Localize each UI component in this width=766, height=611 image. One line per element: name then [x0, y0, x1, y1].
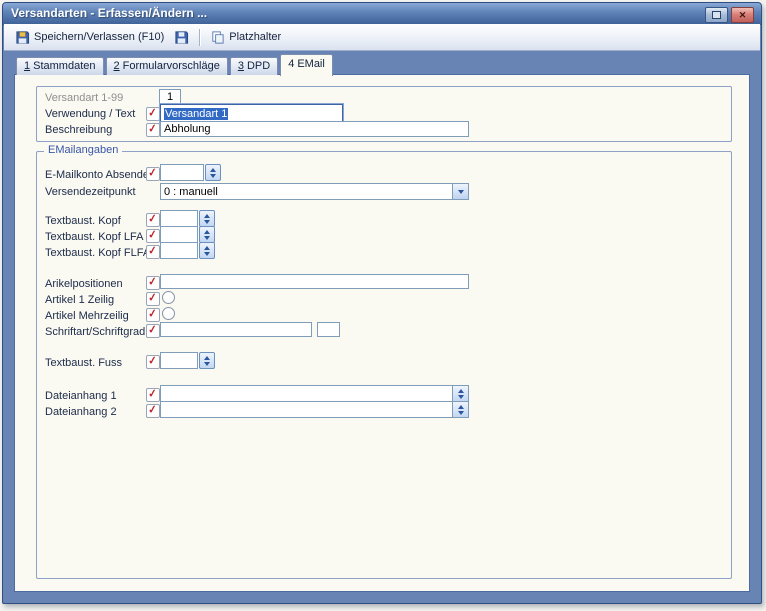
dateianhang2-label: Dateianhang 2 [45, 406, 117, 418]
spinner-updown-icon[interactable] [199, 226, 215, 243]
dialog-window: Versandarten - Erfassen/Ändern ... ✕ Spe… [2, 2, 762, 604]
textbaust-kopf-flfa-label: Textbaust. Kopf FLFA [45, 247, 150, 259]
spinner-updown-icon[interactable] [199, 242, 215, 259]
emailkonto-spinner [160, 164, 221, 181]
textbaust-kopf-flfa-field[interactable] [160, 242, 198, 259]
textbaust-kopf-flfa-spinner [160, 242, 215, 259]
edit-check-icon[interactable] [146, 324, 160, 338]
schriftart-field[interactable] [160, 322, 312, 337]
edit-check-icon[interactable] [146, 388, 160, 402]
save-icon [15, 30, 30, 45]
spinner-updown-icon[interactable] [452, 402, 468, 417]
emailkonto-field[interactable] [160, 164, 204, 181]
textbaust-fuss-field[interactable] [160, 352, 198, 369]
save-exit-label: Speichern/Verlassen (F10) [34, 31, 164, 43]
tab-label: DPD [247, 60, 270, 72]
edit-check-icon[interactable] [146, 167, 160, 181]
dateianhang1-label: Dateianhang 1 [45, 390, 117, 402]
tab-label: EMail [297, 58, 325, 70]
edit-check-icon[interactable] [146, 107, 160, 121]
schriftart-label: Schriftart/Schriftgrad [45, 326, 145, 338]
textbaust-fuss-label: Textbaust. Fuss [45, 357, 122, 369]
toolbar: Speichern/Verlassen (F10) Platzhalter [4, 24, 760, 51]
edit-check-icon[interactable] [146, 229, 160, 243]
spinner-updown-icon[interactable] [199, 210, 215, 227]
textbaust-kopf-lfa-spinner [160, 226, 215, 243]
schriftgrad-field[interactable] [317, 322, 340, 337]
close-button[interactable]: ✕ [731, 7, 754, 23]
edit-check-icon[interactable] [146, 123, 160, 137]
spinner-updown-icon[interactable] [452, 386, 468, 401]
versandart-label: Versandart 1-99 [45, 92, 123, 104]
textbaust-kopf-field[interactable] [160, 210, 198, 227]
edit-check-icon[interactable] [146, 404, 160, 418]
dateianhang1-field[interactable] [160, 385, 469, 402]
tab-number: 4 [288, 58, 294, 70]
versendezeitpunkt-value: 0 : manuell [161, 186, 452, 198]
arikelpositionen-field[interactable] [160, 274, 469, 289]
window-controls: ✕ [705, 7, 754, 23]
artikel-1zeilig-radio[interactable] [162, 291, 175, 304]
tab-panel-email: Versandart 1-99 1 Verwendung / Text Vers… [14, 74, 750, 592]
edit-check-icon[interactable] [146, 308, 160, 322]
platzhalter-button[interactable]: Platzhalter [205, 28, 286, 47]
edit-check-icon[interactable] [146, 355, 160, 369]
versandart-groupbox: Versandart 1-99 1 Verwendung / Text Vers… [36, 86, 732, 142]
textbaust-kopf-lfa-label: Textbaust. Kopf LFA [45, 231, 143, 243]
versendezeitpunkt-combobox[interactable]: 0 : manuell [160, 183, 469, 200]
maximize-button[interactable] [705, 7, 728, 23]
save-button[interactable] [169, 28, 194, 47]
verwendung-selected-text: Versandart 1 [164, 108, 228, 120]
tab-email[interactable]: 4EMail [280, 54, 333, 76]
dateianhang2-field[interactable] [160, 401, 469, 418]
emailangaben-groupbox: EMailangaben E-Mailkonto Absender Versen… [36, 151, 732, 579]
tab-number: 3 [238, 60, 244, 72]
edit-check-icon[interactable] [146, 245, 160, 259]
beschreibung-label: Beschreibung [45, 124, 112, 136]
verwendung-label: Verwendung / Text [45, 108, 135, 120]
versendezeitpunkt-label: Versendezeitpunkt [45, 186, 136, 198]
edit-check-icon[interactable] [146, 213, 160, 227]
beschreibung-field[interactable]: Abholung [160, 121, 469, 137]
textbaust-fuss-spinner [160, 352, 215, 369]
artikel-mehrzeilig-label: Artikel Mehrzeilig [45, 310, 129, 322]
toolbar-separator [199, 29, 200, 46]
emailangaben-legend: EMailangaben [44, 144, 122, 156]
edit-check-icon[interactable] [146, 292, 160, 306]
tab-formularvorschlaege[interactable]: 2Formularvorschläge [106, 57, 228, 75]
save-exit-button[interactable]: Speichern/Verlassen (F10) [10, 28, 169, 47]
emailkonto-label: E-Mailkonto Absender [45, 169, 153, 181]
copy-pages-icon [210, 30, 225, 45]
textbaust-kopf-label: Textbaust. Kopf [45, 215, 121, 227]
edit-check-icon[interactable] [146, 276, 160, 290]
title-bar[interactable]: Versandarten - Erfassen/Ändern ... ✕ [3, 3, 761, 25]
versandart-number-field[interactable]: 1 [159, 89, 181, 105]
versandart-number-value: 1 [167, 91, 173, 103]
textbaust-kopf-spinner [160, 210, 215, 227]
tab-number: 1 [24, 60, 30, 72]
arikelpositionen-label: Arikelpositionen [45, 278, 123, 290]
save-icon [174, 30, 189, 45]
beschreibung-value: Abholung [164, 123, 211, 135]
artikel-mehrzeilig-radio[interactable] [162, 307, 175, 320]
platzhalter-label: Platzhalter [229, 31, 281, 43]
spinner-updown-icon[interactable] [199, 352, 215, 369]
tab-stammdaten[interactable]: 1Stammdaten [16, 57, 104, 75]
artikel-1zeilig-label: Artikel 1 Zeilig [45, 294, 114, 306]
tab-strip: 1Stammdaten 2Formularvorschläge 3DPD 4EM… [16, 54, 335, 75]
tab-number: 2 [114, 60, 120, 72]
window-title: Versandarten - Erfassen/Ändern ... [11, 6, 207, 20]
spinner-updown-icon[interactable] [205, 164, 221, 181]
maximize-icon [712, 11, 721, 19]
tab-dpd[interactable]: 3DPD [230, 57, 278, 75]
close-icon: ✕ [739, 11, 747, 20]
tab-label: Formularvorschläge [123, 60, 220, 72]
tab-label: Stammdaten [33, 60, 95, 72]
textbaust-kopf-lfa-field[interactable] [160, 226, 198, 243]
dropdown-arrow-icon[interactable] [452, 184, 468, 199]
